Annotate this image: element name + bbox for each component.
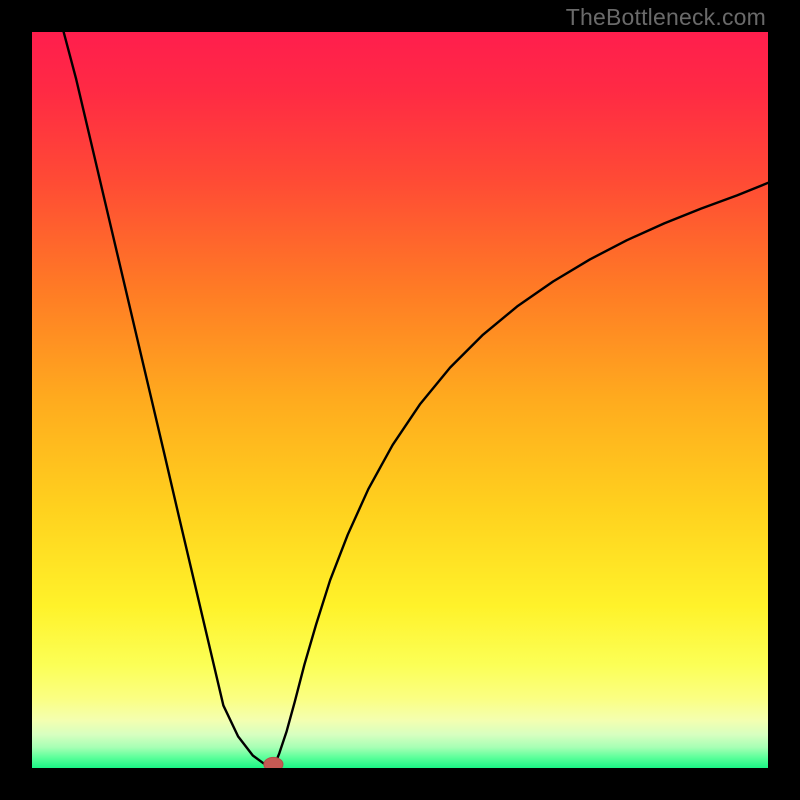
chart-svg — [32, 32, 768, 768]
plot-area — [32, 32, 768, 768]
watermark-text: TheBottleneck.com — [566, 4, 766, 31]
outer-frame: TheBottleneck.com — [0, 0, 800, 800]
minimum-marker — [264, 757, 283, 768]
gradient-background — [32, 32, 768, 768]
